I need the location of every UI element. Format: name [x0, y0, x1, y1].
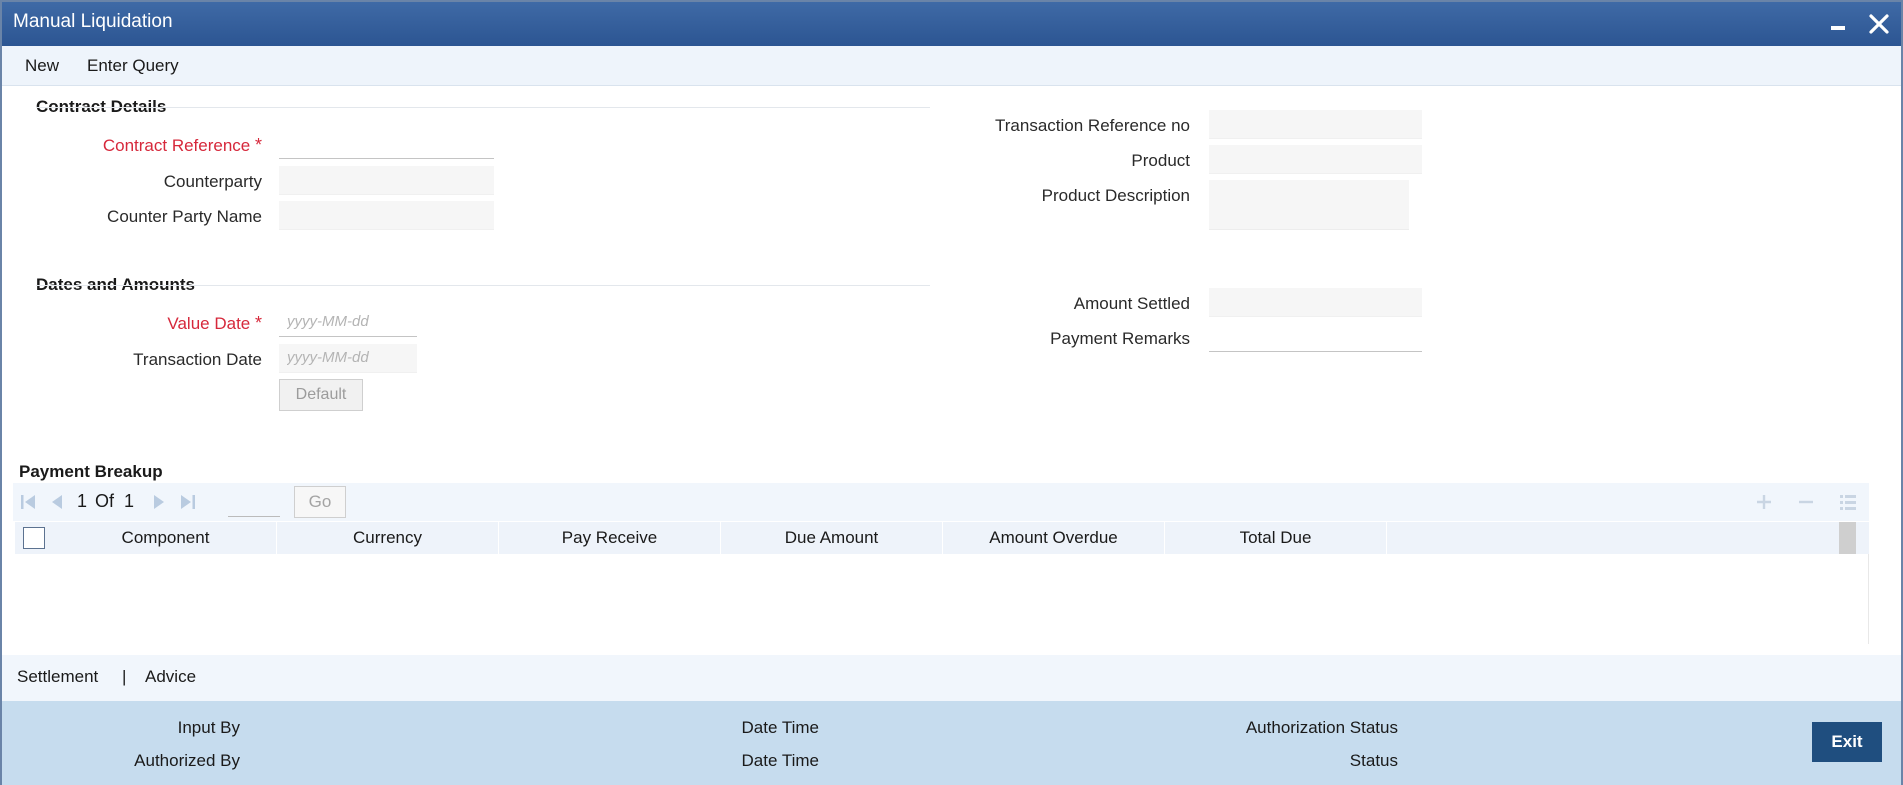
column-header-total-due[interactable]: Total Due — [1165, 522, 1387, 554]
counterparty-field — [279, 166, 494, 195]
first-page-icon[interactable] — [18, 492, 38, 512]
enter-query-menu-item[interactable]: Enter Query — [87, 56, 179, 76]
value-date-label: Value Date * — [167, 313, 262, 333]
contract-reference-label: Contract Reference * — [102, 135, 262, 155]
grid-scrollbar[interactable] — [1839, 522, 1856, 554]
payment-breakup-grid-header: Component Currency Pay Receive Due Amoun… — [15, 522, 1869, 554]
counterparty-name-label: Counter Party Name — [107, 207, 262, 226]
page-number-input[interactable] — [228, 489, 280, 517]
tab-separator: | — [122, 667, 127, 686]
payment-breakup-grid-body — [15, 554, 1869, 644]
counterparty-label: Counterparty — [163, 172, 262, 191]
column-header-component[interactable]: Component — [55, 522, 277, 554]
value-date-input[interactable] — [279, 308, 417, 337]
authorized-by-label: Authorized By — [134, 751, 240, 770]
required-marker: * — [254, 135, 262, 155]
go-button[interactable]: Go — [294, 486, 346, 518]
next-page-icon[interactable] — [149, 492, 169, 512]
column-header-pay-receive[interactable]: Pay Receive — [499, 522, 721, 554]
window-title: Manual Liquidation — [13, 11, 173, 32]
required-marker: * — [254, 313, 262, 333]
transaction-date-field — [279, 344, 417, 373]
last-page-icon[interactable] — [178, 492, 198, 512]
column-header-currency[interactable]: Currency — [277, 522, 499, 554]
transaction-reference-field — [1209, 110, 1422, 139]
input-by-label: Input By — [177, 718, 240, 737]
current-page: 1 — [77, 491, 88, 511]
product-label: Product — [1131, 151, 1190, 170]
total-pages: 1 — [124, 491, 135, 511]
amount-settled-label: Amount Settled — [1073, 294, 1190, 313]
input-date-time-label: Date Time — [741, 718, 819, 737]
sub-screen-tabs: Settlement | Advice — [2, 655, 1901, 701]
audit-footer: Input By Authorized By Date Time Date Ti… — [2, 701, 1901, 785]
pagination-bar: 1 Of 1 Go — [13, 483, 1869, 521]
product-description-label: Product Description — [1041, 186, 1190, 205]
list-view-icon[interactable] — [1837, 491, 1859, 513]
product-description-field — [1209, 180, 1409, 230]
minus-icon[interactable] — [1795, 491, 1817, 513]
menu-bar: New Enter Query — [2, 46, 1901, 86]
amount-settled-field — [1209, 288, 1422, 317]
transaction-reference-label: Transaction Reference no — [995, 116, 1190, 135]
column-header-amount-overdue[interactable]: Amount Overdue — [943, 522, 1165, 554]
product-field — [1209, 145, 1422, 174]
exit-button[interactable]: Exit — [1812, 722, 1882, 762]
manual-liquidation-window: Manual Liquidation New Enter Query Contr… — [0, 0, 1903, 785]
status-label: Status — [1349, 751, 1398, 770]
authorized-date-time-label: Date Time — [741, 751, 819, 770]
title-bar: Manual Liquidation — [2, 2, 1901, 46]
plus-icon[interactable] — [1753, 491, 1775, 513]
payment-remarks-label: Payment Remarks — [1050, 329, 1190, 348]
settlement-tab[interactable]: Settlement — [17, 667, 98, 687]
authorization-status-label: Authorization Status — [1245, 718, 1398, 737]
default-button[interactable]: Default — [279, 379, 363, 411]
page-of-label: Of — [95, 491, 115, 511]
new-menu-item[interactable]: New — [25, 56, 59, 76]
column-header-due-amount[interactable]: Due Amount — [721, 522, 943, 554]
counterparty-name-field — [279, 201, 494, 230]
advice-tab[interactable]: Advice — [145, 667, 196, 687]
contract-details-divider — [36, 107, 930, 108]
select-all-checkbox[interactable] — [23, 527, 45, 549]
minimize-icon[interactable] — [1827, 12, 1851, 36]
prev-page-icon[interactable] — [47, 492, 67, 512]
close-icon[interactable] — [1867, 12, 1891, 36]
transaction-date-label: Transaction Date — [133, 350, 262, 369]
payment-remarks-input[interactable] — [1209, 323, 1422, 352]
contract-reference-input[interactable] — [279, 130, 494, 159]
payment-breakup-heading: Payment Breakup — [19, 462, 163, 481]
dates-amounts-divider — [36, 285, 930, 286]
